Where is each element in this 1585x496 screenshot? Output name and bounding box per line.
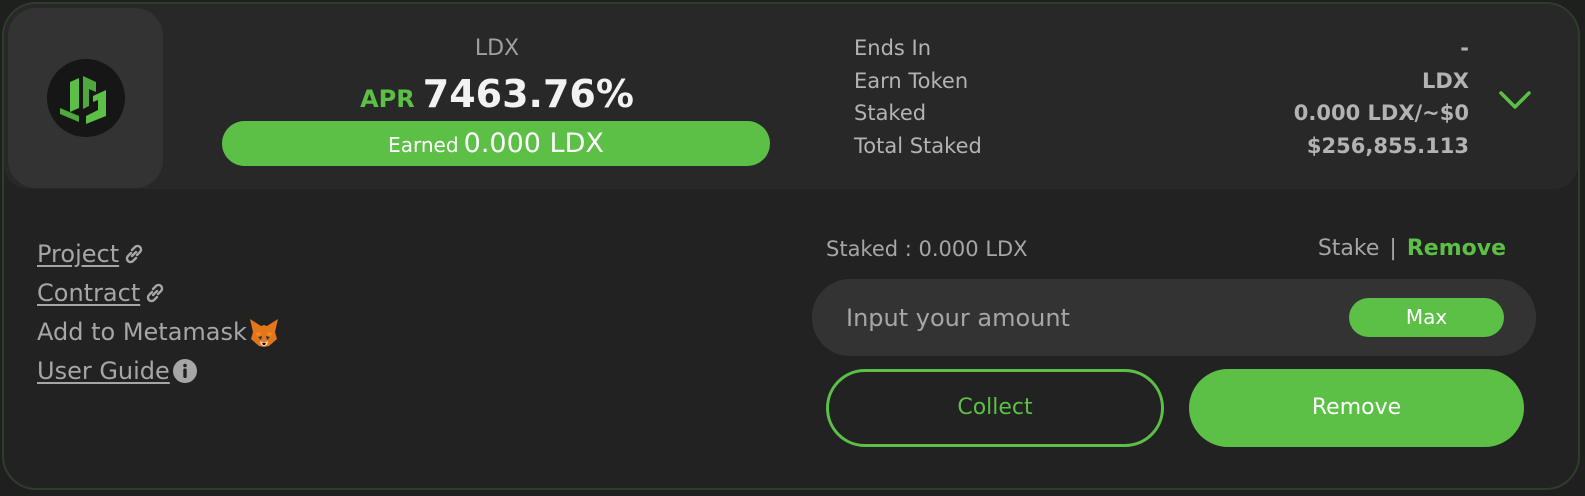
earned-value: 0.000 LDX xyxy=(463,128,604,159)
mode-separator: | xyxy=(1389,236,1397,261)
stat-label: Staked xyxy=(854,101,927,125)
stake-mode-toggle: Stake | Remove xyxy=(1318,236,1506,261)
token-name: LDX xyxy=(474,36,520,61)
metamask-fox-icon[interactable] xyxy=(247,315,281,349)
ldx-logo-icon xyxy=(47,59,125,137)
chevron-down-icon[interactable] xyxy=(1497,84,1533,116)
apr-value: 7463.76% xyxy=(422,72,634,116)
remove-button[interactable]: Remove xyxy=(1189,369,1524,447)
pool-stats: Ends In - Earn Token LDX Staked 0.000 LD… xyxy=(854,36,1469,166)
info-icon[interactable] xyxy=(172,358,198,384)
collect-button[interactable]: Collect xyxy=(826,369,1164,447)
contract-link[interactable]: Contract xyxy=(37,279,140,307)
contract-link-row: Contract xyxy=(37,273,281,312)
remove-mode-tab[interactable]: Remove xyxy=(1407,236,1506,261)
staked-amount-label: Staked : 0.000 LDX xyxy=(826,237,1028,261)
link-icon[interactable] xyxy=(142,280,168,306)
project-link-row: Project xyxy=(37,234,281,273)
amount-input-container: Max xyxy=(812,279,1536,356)
amount-input[interactable] xyxy=(844,297,1328,339)
stat-label: Ends In xyxy=(854,36,932,60)
stat-value: LDX xyxy=(1421,68,1469,93)
pool-card: LDX APR 7463.76% Earned 0.000 LDX Ends In… xyxy=(2,2,1580,490)
pool-links: Project Contract Add to Metamask User Gu… xyxy=(37,234,281,390)
user-guide-link-row: User Guide xyxy=(37,351,281,390)
apr-label: APR xyxy=(360,85,415,113)
stat-label: Earn Token xyxy=(854,68,969,93)
pool-card-header: LDX APR 7463.76% Earned 0.000 LDX Ends In… xyxy=(4,4,1578,189)
project-link[interactable]: Project xyxy=(37,240,119,268)
stat-row-staked: Staked 0.000 LDX/~$0 xyxy=(854,101,1469,134)
add-to-metamask-link[interactable]: Add to Metamask xyxy=(37,318,247,346)
user-guide-link[interactable]: User Guide xyxy=(37,357,170,385)
earned-badge: Earned 0.000 LDX xyxy=(222,121,770,166)
stat-label: Total Staked xyxy=(854,133,982,158)
add-metamask-row[interactable]: Add to Metamask xyxy=(37,312,281,351)
token-logo-tile xyxy=(8,8,163,188)
stat-value: - xyxy=(1460,36,1469,60)
apr-row: APR 7463.76% xyxy=(222,72,772,116)
stat-row-total-staked: Total Staked $256,855.113 xyxy=(854,134,1469,167)
earned-label: Earned xyxy=(388,133,459,157)
stat-row-ends-in: Ends In - xyxy=(854,36,1469,69)
stake-mode-tab[interactable]: Stake xyxy=(1318,236,1380,261)
stat-row-earn-token: Earn Token LDX xyxy=(854,69,1469,102)
link-icon[interactable] xyxy=(121,241,147,267)
stat-value: 0.000 LDX/~$0 xyxy=(1293,101,1469,125)
stat-value: $256,855.113 xyxy=(1306,133,1469,158)
max-button[interactable]: Max xyxy=(1349,298,1504,337)
